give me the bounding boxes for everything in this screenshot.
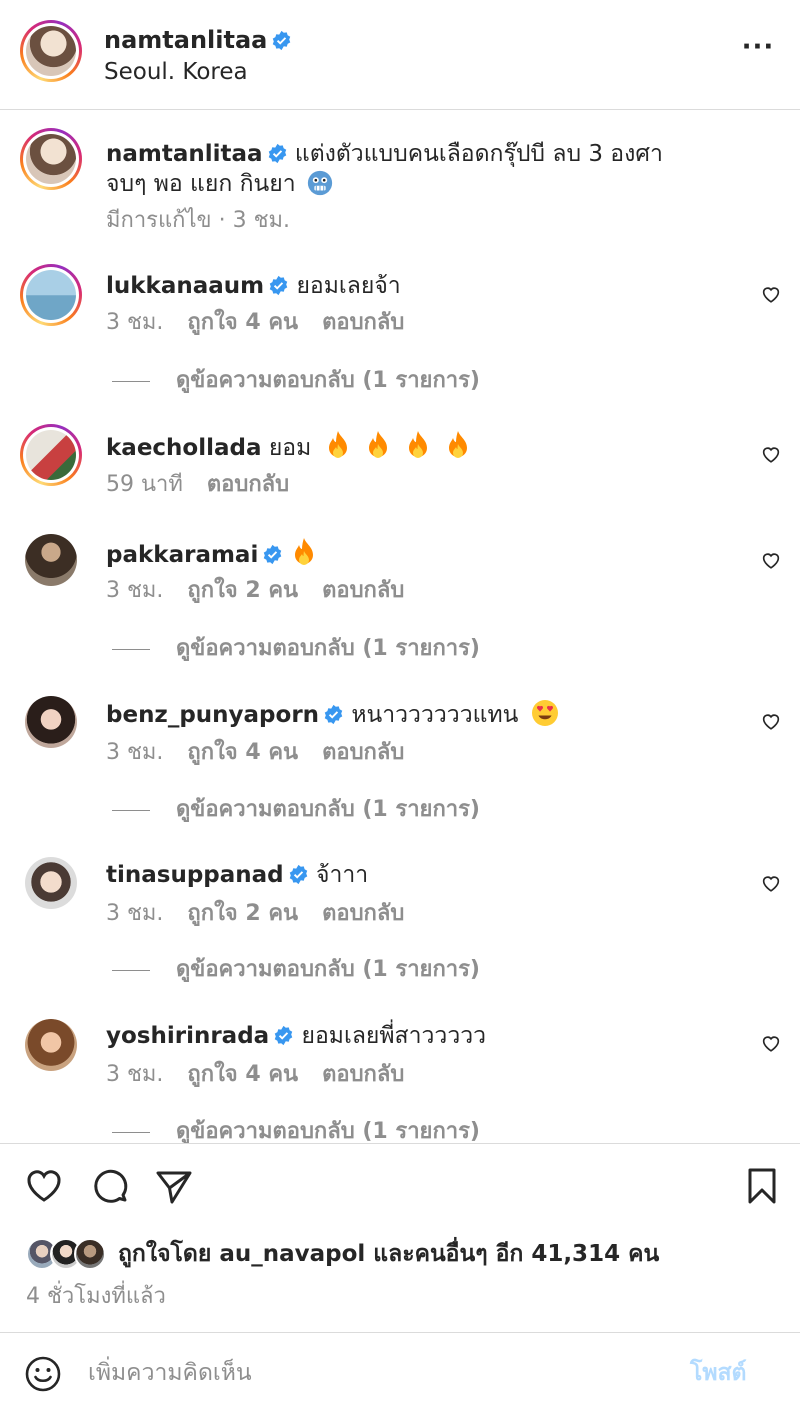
reply-button[interactable]: ตอบกลับ xyxy=(322,901,404,926)
comment-avatar[interactable] xyxy=(20,264,82,326)
comment-time: 3 ชม. xyxy=(106,578,164,603)
like-comment-heart-icon[interactable] xyxy=(760,549,782,571)
comment-username[interactable]: benz_punyaporn xyxy=(106,702,319,728)
more-options-icon[interactable]: ··· xyxy=(740,34,776,64)
comment-likes[interactable]: ถูกใจ 2 คน xyxy=(187,901,298,926)
post-time-ago: 4 ชั่วโมงที่แล้ว xyxy=(26,1284,166,1309)
reply-button[interactable]: ตอบกลับ xyxy=(207,472,289,497)
verified-badge-icon xyxy=(324,704,343,725)
share-send-icon[interactable] xyxy=(154,1166,194,1206)
emoji-picker-icon[interactable] xyxy=(24,1355,62,1393)
view-replies[interactable]: ดูข้อความตอบกลับ (1 รายการ) xyxy=(112,795,480,825)
caption-text-line2: จบๆ พอ แยก กินยา xyxy=(106,168,746,200)
caption-edited: มีการแก้ไข · 3 ชม. xyxy=(106,208,290,233)
likes-count-text[interactable]: ถูกใจโดย au_navapol และคนอื่นๆ อีก 41,31… xyxy=(118,1238,659,1270)
comment-time: 3 ชม. xyxy=(106,901,164,926)
cold-face-emoji-icon xyxy=(307,170,332,196)
comment-username[interactable]: tinasuppanad xyxy=(106,862,284,888)
verified-badge-icon xyxy=(268,143,286,164)
like-comment-heart-icon[interactable] xyxy=(760,872,782,894)
comment-time: 3 ชม. xyxy=(106,740,164,765)
like-comment-heart-icon[interactable] xyxy=(760,1032,782,1054)
comment-meta: 3 ชม. ถูกใจ 4 คน ตอบกลับ xyxy=(106,308,428,338)
comment-avatar[interactable] xyxy=(25,696,77,748)
comment-body: lukkanaaum ยอมเลยจ้า xyxy=(106,270,746,302)
comment-body: tinasuppanad จ้าาา xyxy=(106,859,746,891)
fire-emoji-icon xyxy=(369,431,388,458)
fire-emoji-icon xyxy=(449,431,468,458)
caption-text: namtanlitaa แต่งตัวแบบคนเลือดกรุ๊ปบี ลบ … xyxy=(106,141,663,167)
reply-button[interactable]: ตอบกลับ xyxy=(322,740,404,765)
verified-badge-icon xyxy=(289,864,307,885)
comment-meta: 3 ชม. ถูกใจ 2 คน ตอบกลับ xyxy=(106,576,428,606)
like-comment-heart-icon[interactable] xyxy=(760,283,782,305)
view-replies[interactable]: ดูข้อความตอบกลับ (1 รายการ) xyxy=(112,366,480,396)
comment-bubble-icon[interactable] xyxy=(90,1166,130,1206)
comment-input[interactable] xyxy=(88,1355,648,1391)
comment-username[interactable]: kaechollada xyxy=(106,435,262,461)
comment-username[interactable]: yoshirinrada xyxy=(106,1023,269,1049)
comment-meta: 3 ชม. ถูกใจ 4 คน ตอบกลับ xyxy=(106,1060,428,1090)
comment-meta: 3 ชม. ถูกใจ 2 คน ตอบกลับ xyxy=(106,899,428,929)
like-comment-heart-icon[interactable] xyxy=(760,443,782,465)
fire-emoji-icon xyxy=(409,431,428,458)
comment-meta: 59 นาที ตอบกลับ xyxy=(106,470,313,500)
verified-badge-icon xyxy=(273,30,291,51)
comment-time: 3 ชม. xyxy=(106,310,164,335)
save-bookmark-icon[interactable] xyxy=(742,1166,782,1206)
likes-summary[interactable]: ถูกใจโดย au_navapol และคนอื่นๆ อีก 41,31… xyxy=(26,1236,786,1272)
fire-emoji-icon xyxy=(295,538,314,565)
comment-body: yoshirinrada ยอมเลยพี่สาววววว xyxy=(106,1020,746,1052)
comment-text: ยอม xyxy=(268,435,312,461)
comment-body: pakkaramai xyxy=(106,537,746,571)
post-actions-footer: ถูกใจโดย au_navapol และคนอื่นๆ อีก 41,31… xyxy=(0,1143,800,1412)
liker-avatar xyxy=(74,1238,106,1270)
comment-username[interactable]: pakkaramai xyxy=(106,542,258,568)
verified-badge-icon xyxy=(264,544,282,565)
like-comment-heart-icon[interactable] xyxy=(760,710,782,732)
header-avatar[interactable] xyxy=(20,20,82,82)
comment-text: จ้าาา xyxy=(315,862,369,888)
reply-button[interactable]: ตอบกลับ xyxy=(322,1062,404,1087)
header-location[interactable]: Seoul. Korea xyxy=(104,58,248,86)
comment-time: 3 ชม. xyxy=(106,1062,164,1087)
view-replies[interactable]: ดูข้อความตอบกลับ (1 รายการ) xyxy=(112,634,480,664)
comment-text: ยอมเลยพี่สาววววว xyxy=(301,1023,487,1049)
comment-body: benz_punyaporn หนาววววววแทน xyxy=(106,698,746,731)
view-replies[interactable]: ดูข้อความตอบกลับ (1 รายการ) xyxy=(112,955,480,985)
comment-text: หนาววววววแทน xyxy=(351,702,519,728)
comment-username[interactable]: lukkanaaum xyxy=(106,273,264,299)
verified-badge-icon xyxy=(274,1025,293,1046)
comment-likes[interactable]: ถูกใจ 4 คน xyxy=(187,740,298,765)
header-username[interactable]: namtanlitaa xyxy=(104,25,292,55)
heart-eyes-emoji-icon xyxy=(532,700,559,726)
caption-username[interactable]: namtanlitaa xyxy=(106,141,263,167)
comment-body: kaechollada ยอม xyxy=(106,430,746,464)
comment-likes[interactable]: ถูกใจ 2 คน xyxy=(187,578,298,603)
comment-avatar[interactable] xyxy=(25,1019,77,1071)
comment-text: ยอมเลยจ้า xyxy=(296,273,401,299)
comment-avatar[interactable] xyxy=(25,857,77,909)
comment-avatar[interactable] xyxy=(25,534,77,586)
comment-time: 59 นาที xyxy=(106,472,183,497)
reply-button[interactable]: ตอบกลับ xyxy=(322,310,404,335)
fire-emoji-icon xyxy=(329,431,348,458)
caption-avatar[interactable] xyxy=(20,128,82,190)
comment-likes[interactable]: ถูกใจ 4 คน xyxy=(187,1062,298,1087)
comment-meta: 3 ชม. ถูกใจ 4 คน ตอบกลับ xyxy=(106,738,428,768)
add-comment-bar: โพสต์ xyxy=(0,1332,800,1412)
post-comment-button[interactable]: โพสต์ xyxy=(690,1355,747,1391)
comment-avatar[interactable] xyxy=(20,424,82,486)
comment-likes[interactable]: ถูกใจ 4 คน xyxy=(187,310,298,335)
verified-badge-icon xyxy=(269,275,288,296)
reply-button[interactable]: ตอบกลับ xyxy=(322,578,404,603)
post-header: namtanlitaa Seoul. Korea ··· xyxy=(0,0,800,110)
like-heart-icon[interactable] xyxy=(24,1166,64,1206)
